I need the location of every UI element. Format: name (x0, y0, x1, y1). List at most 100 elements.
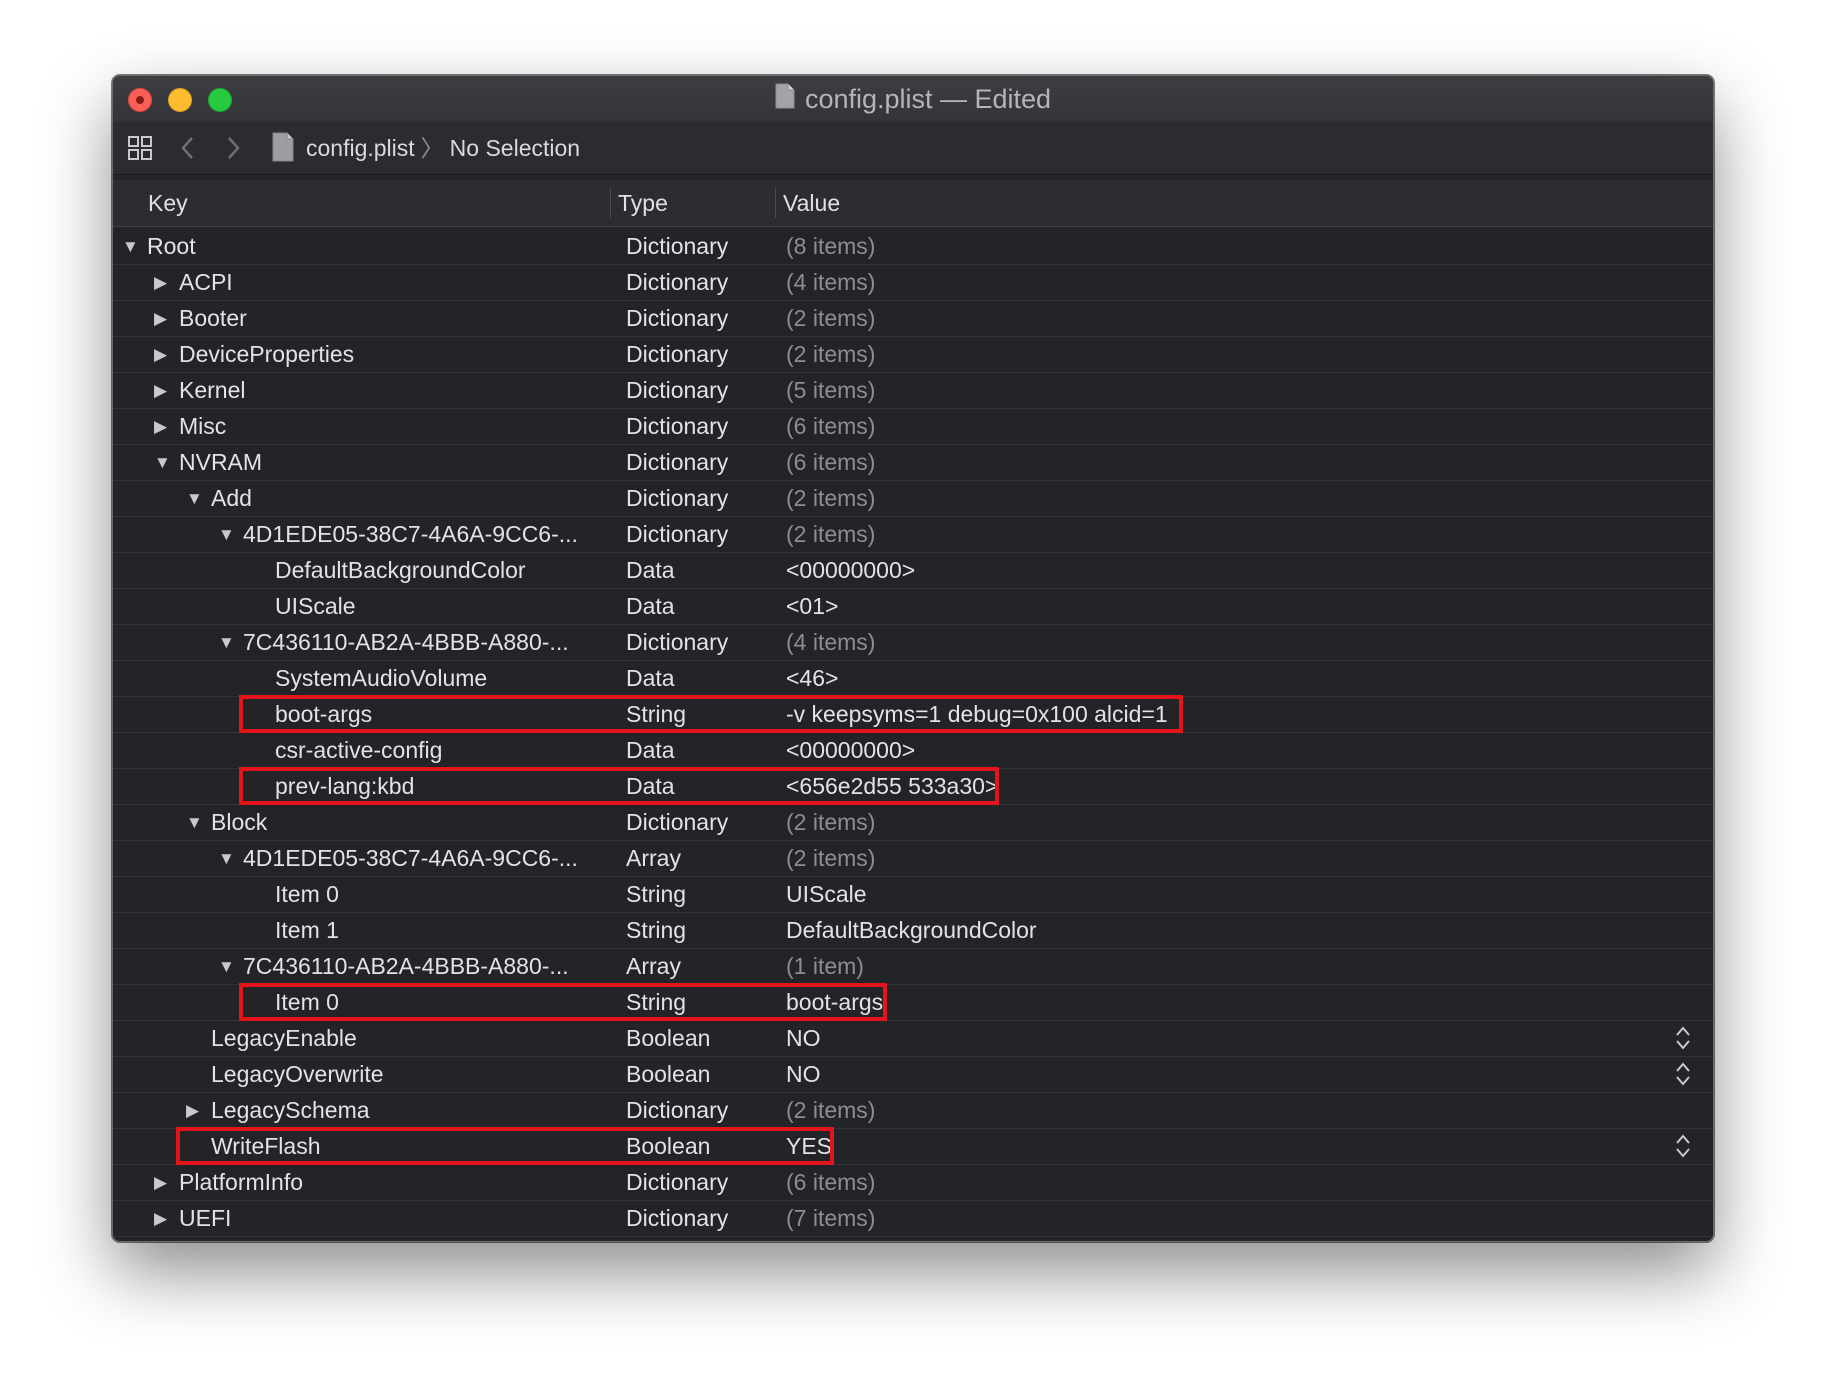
row-value[interactable]: <46> (786, 661, 838, 696)
disclosure-triangle-expanded-icon[interactable]: ▼ (218, 949, 235, 984)
outline-row[interactable]: ▼ 7C436110-AB2A-4BBB-A880-... Dictionary (4… (113, 625, 1713, 661)
row-type[interactable]: String (626, 877, 686, 912)
outline-row[interactable]: ▼ Root Dictionary (8 items) (113, 229, 1713, 265)
breadcrumb[interactable]: config.plist 〉 No Selection (306, 135, 580, 161)
row-value[interactable]: YES (786, 1129, 832, 1164)
related-items-grid-icon[interactable] (127, 135, 153, 166)
row-type[interactable]: Data (626, 733, 675, 768)
row-type[interactable]: Array (626, 949, 681, 984)
row-value[interactable]: NO (786, 1057, 821, 1092)
row-key[interactable]: LegacyOverwrite (211, 1057, 384, 1092)
outline-row[interactable]: ▼ Add Dictionary (2 items) (113, 481, 1713, 517)
outline-row[interactable]: boot-args String -v keepsyms=1 debug=0x100… (113, 695, 1713, 733)
row-value[interactable]: <01> (786, 589, 838, 624)
row-key[interactable]: Kernel (179, 373, 245, 408)
row-key[interactable]: 7C436110-AB2A-4BBB-A880-... (243, 949, 569, 984)
disclosure-triangle-collapsed-icon[interactable]: ▶ (154, 1165, 167, 1200)
forward-arrow-icon[interactable] (223, 134, 243, 167)
row-type[interactable]: Dictionary (626, 229, 728, 264)
disclosure-triangle-expanded-icon[interactable]: ▼ (218, 841, 235, 876)
outline-row[interactable]: ▶ DeviceProperties Dictionary (2 items) (113, 337, 1713, 373)
outline-row[interactable]: Item 0 String boot-args (113, 983, 1713, 1021)
outline-row[interactable]: LegacyEnable Boolean NO (113, 1021, 1713, 1057)
column-header-key[interactable]: Key (148, 180, 188, 226)
row-value[interactable]: NO (786, 1021, 821, 1056)
outline-row[interactable]: Item 0 String UIScale (113, 877, 1713, 913)
row-key[interactable]: 4D1EDE05-38C7-4A6A-9CC6-... (243, 517, 578, 552)
row-type[interactable]: Dictionary (626, 301, 728, 336)
row-type[interactable]: Dictionary (626, 1165, 728, 1200)
row-type[interactable]: Dictionary (626, 1093, 728, 1128)
row-type[interactable]: Data (626, 661, 675, 696)
row-key[interactable]: Booter (179, 301, 247, 336)
outline-row[interactable]: ▶ LegacySchema Dictionary (2 items) (113, 1093, 1713, 1129)
row-key[interactable]: boot-args (275, 697, 372, 732)
row-value[interactable]: <656e2d55 533a30> (786, 769, 998, 804)
row-type[interactable]: Dictionary (626, 517, 728, 552)
outline-row[interactable]: ▶ ACPI Dictionary (4 items) (113, 265, 1713, 301)
outline-row[interactable]: ▶ Booter Dictionary (2 items) (113, 301, 1713, 337)
disclosure-triangle-expanded-icon[interactable]: ▼ (186, 805, 203, 840)
row-type[interactable]: Dictionary (626, 1201, 728, 1236)
row-type[interactable]: Dictionary (626, 805, 728, 840)
outline-row[interactable]: ▶ UEFI Dictionary (7 items) (113, 1201, 1713, 1237)
row-key[interactable]: Block (211, 805, 267, 840)
row-value[interactable]: DefaultBackgroundColor (786, 913, 1037, 948)
row-key[interactable]: Item 0 (275, 877, 339, 912)
row-value[interactable]: <00000000> (786, 733, 915, 768)
row-type[interactable]: Dictionary (626, 445, 728, 480)
row-type[interactable]: Boolean (626, 1021, 710, 1056)
outline-row[interactable]: SystemAudioVolume Data <46> (113, 661, 1713, 697)
row-key[interactable]: DefaultBackgroundColor (275, 553, 526, 588)
row-key[interactable]: PlatformInfo (179, 1165, 303, 1200)
row-value[interactable]: -v keepsyms=1 debug=0x100 alcid=1 (786, 697, 1168, 732)
outline-row[interactable]: ▶ Misc Dictionary (6 items) (113, 409, 1713, 445)
row-value[interactable]: <00000000> (786, 553, 915, 588)
column-divider[interactable] (610, 188, 611, 218)
row-type[interactable]: String (626, 985, 686, 1020)
outline-row[interactable]: ▼ 7C436110-AB2A-4BBB-A880-... Array (1 item… (113, 949, 1713, 985)
row-type[interactable]: Dictionary (626, 373, 728, 408)
row-key[interactable]: LegacyEnable (211, 1021, 357, 1056)
disclosure-triangle-expanded-icon[interactable]: ▼ (154, 445, 171, 480)
row-type[interactable]: Dictionary (626, 481, 728, 516)
outline-row[interactable]: ▼ Block Dictionary (2 items) (113, 805, 1713, 841)
breadcrumb-file[interactable]: config.plist (306, 135, 415, 161)
disclosure-triangle-collapsed-icon[interactable]: ▶ (154, 301, 167, 336)
row-type[interactable]: String (626, 697, 686, 732)
row-type[interactable]: Dictionary (626, 409, 728, 444)
row-type[interactable]: Dictionary (626, 625, 728, 660)
outline-row[interactable]: Item 1 String DefaultBackgroundColor (113, 913, 1713, 949)
outline-row[interactable]: ▼ 4D1EDE05-38C7-4A6A-9CC6-... Dictionary (2… (113, 517, 1713, 553)
row-type[interactable]: Dictionary (626, 265, 728, 300)
boolean-stepper-icon[interactable] (1675, 1061, 1691, 1097)
disclosure-triangle-expanded-icon[interactable]: ▼ (186, 481, 203, 516)
column-header-type[interactable]: Type (618, 180, 668, 226)
row-value[interactable]: UIScale (786, 877, 867, 912)
row-key[interactable]: 7C436110-AB2A-4BBB-A880-... (243, 625, 569, 660)
row-key[interactable]: Root (147, 229, 196, 264)
row-key[interactable]: DeviceProperties (179, 337, 354, 372)
disclosure-triangle-expanded-icon[interactable]: ▼ (218, 625, 235, 660)
row-key[interactable]: 4D1EDE05-38C7-4A6A-9CC6-... (243, 841, 578, 876)
row-key[interactable]: Misc (179, 409, 226, 444)
row-key[interactable]: WriteFlash (211, 1129, 321, 1164)
disclosure-triangle-expanded-icon[interactable]: ▼ (218, 517, 235, 552)
outline-row[interactable]: ▶ PlatformInfo Dictionary (6 items) (113, 1165, 1713, 1201)
row-type[interactable]: Dictionary (626, 337, 728, 372)
outline-row[interactable]: prev-lang:kbd Data <656e2d55 533a30> (113, 767, 1713, 805)
row-key[interactable]: ACPI (179, 265, 233, 300)
outline-row[interactable]: ▼ NVRAM Dictionary (6 items) (113, 445, 1713, 481)
outline-row[interactable]: DefaultBackgroundColor Data <00000000> (113, 553, 1713, 589)
row-key[interactable]: Item 0 (275, 985, 339, 1020)
row-type[interactable]: Data (626, 589, 675, 624)
disclosure-triangle-collapsed-icon[interactable]: ▶ (154, 265, 167, 300)
outline-row[interactable]: ▼ 4D1EDE05-38C7-4A6A-9CC6-... Array (2 item… (113, 841, 1713, 877)
outline-row[interactable]: ▶ Kernel Dictionary (5 items) (113, 373, 1713, 409)
row-key[interactable]: UEFI (179, 1201, 231, 1236)
outline-row[interactable]: csr-active-config Data <00000000> (113, 733, 1713, 769)
boolean-stepper-icon[interactable] (1675, 1133, 1691, 1169)
row-type[interactable]: Array (626, 841, 681, 876)
row-type[interactable]: Data (626, 553, 675, 588)
disclosure-triangle-collapsed-icon[interactable]: ▶ (154, 409, 167, 444)
